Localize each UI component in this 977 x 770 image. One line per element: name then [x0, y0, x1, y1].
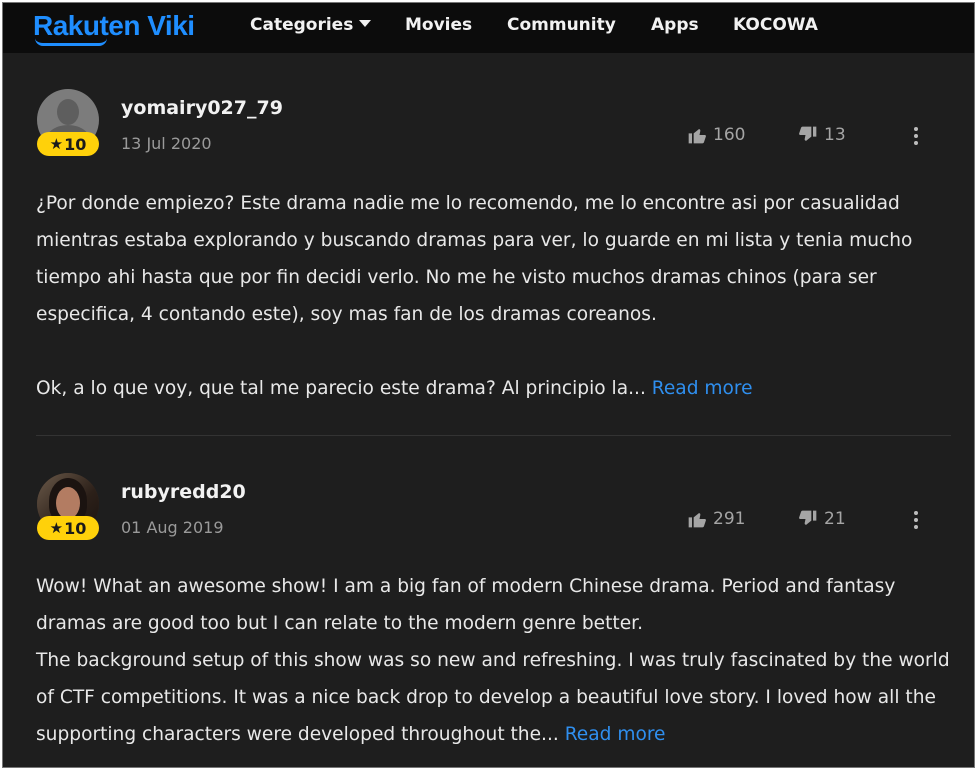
review-paragraph-last: The background setup of this show was so… — [36, 642, 951, 753]
review-date: 01 Aug 2019 — [121, 518, 224, 537]
nav-categories[interactable]: Categories — [250, 15, 372, 35]
dislike-button[interactable]: 21 — [798, 509, 846, 529]
thumbs-down-icon — [799, 510, 817, 525]
paragraph-spacer — [36, 333, 951, 370]
thumbs-up-icon — [688, 129, 706, 144]
dislike-count: 13 — [824, 125, 846, 145]
rating-badge: ★ 10 — [37, 132, 99, 156]
like-count: 160 — [713, 125, 746, 145]
nav-categories-label: Categories — [250, 15, 354, 35]
rating-badge: ★ 10 — [37, 516, 99, 540]
review-paragraph: ¿Por donde empiezo? Este drama nadie me … — [36, 193, 913, 325]
like-button[interactable]: 291 — [687, 509, 745, 529]
review-paragraph: Wow! What an awesome show! I am a big fa… — [36, 576, 896, 634]
review-paragraph-last: Ok, a lo que voy, que tal me parecio est… — [36, 370, 951, 407]
review-paragraph-text: Ok, a lo que voy, que tal me parecio est… — [36, 378, 646, 399]
review-username[interactable]: rubyredd20 — [121, 481, 246, 503]
rating-value: 10 — [64, 134, 87, 154]
review-body: ¿Por donde empiezo? Este drama nadie me … — [36, 185, 951, 407]
top-nav-bar: Rakuten Viki Categories Movies Community… — [3, 3, 974, 53]
more-options-icon[interactable] — [911, 511, 921, 531]
like-button[interactable]: 160 — [687, 125, 745, 145]
viki-logo[interactable]: Rakuten Viki — [33, 6, 195, 46]
logo-smile-icon — [35, 38, 107, 46]
like-count: 291 — [713, 509, 746, 529]
rating-value: 10 — [64, 518, 87, 538]
avatar-face — [56, 487, 80, 519]
nav-movies[interactable]: Movies — [405, 15, 472, 35]
more-options-icon[interactable] — [911, 127, 921, 147]
caret-down-icon — [359, 19, 372, 27]
default-avatar-icon — [57, 99, 79, 125]
read-more-link[interactable]: Read more — [565, 724, 666, 745]
review-body: Wow! What an awesome show! I am a big fa… — [36, 568, 951, 753]
thumbs-down-icon — [799, 126, 817, 141]
dislike-count: 21 — [824, 509, 846, 529]
star-icon: ★ — [49, 519, 64, 537]
star-icon: ★ — [49, 135, 64, 153]
thumbs-up-icon — [688, 513, 706, 528]
nav-apps[interactable]: Apps — [651, 15, 699, 35]
nav-kocowa[interactable]: KOCOWA — [733, 15, 818, 35]
read-more-link[interactable]: Read more — [652, 378, 753, 399]
nav-community[interactable]: Community — [507, 15, 616, 35]
review-paragraph-text: The background setup of this show was so… — [36, 650, 950, 745]
review-username[interactable]: yomairy027_79 — [121, 97, 283, 119]
app-frame: Rakuten Viki Categories Movies Community… — [2, 2, 975, 768]
review-date: 13 Jul 2020 — [121, 134, 212, 153]
review-divider — [36, 435, 951, 436]
dislike-button[interactable]: 13 — [798, 125, 846, 145]
